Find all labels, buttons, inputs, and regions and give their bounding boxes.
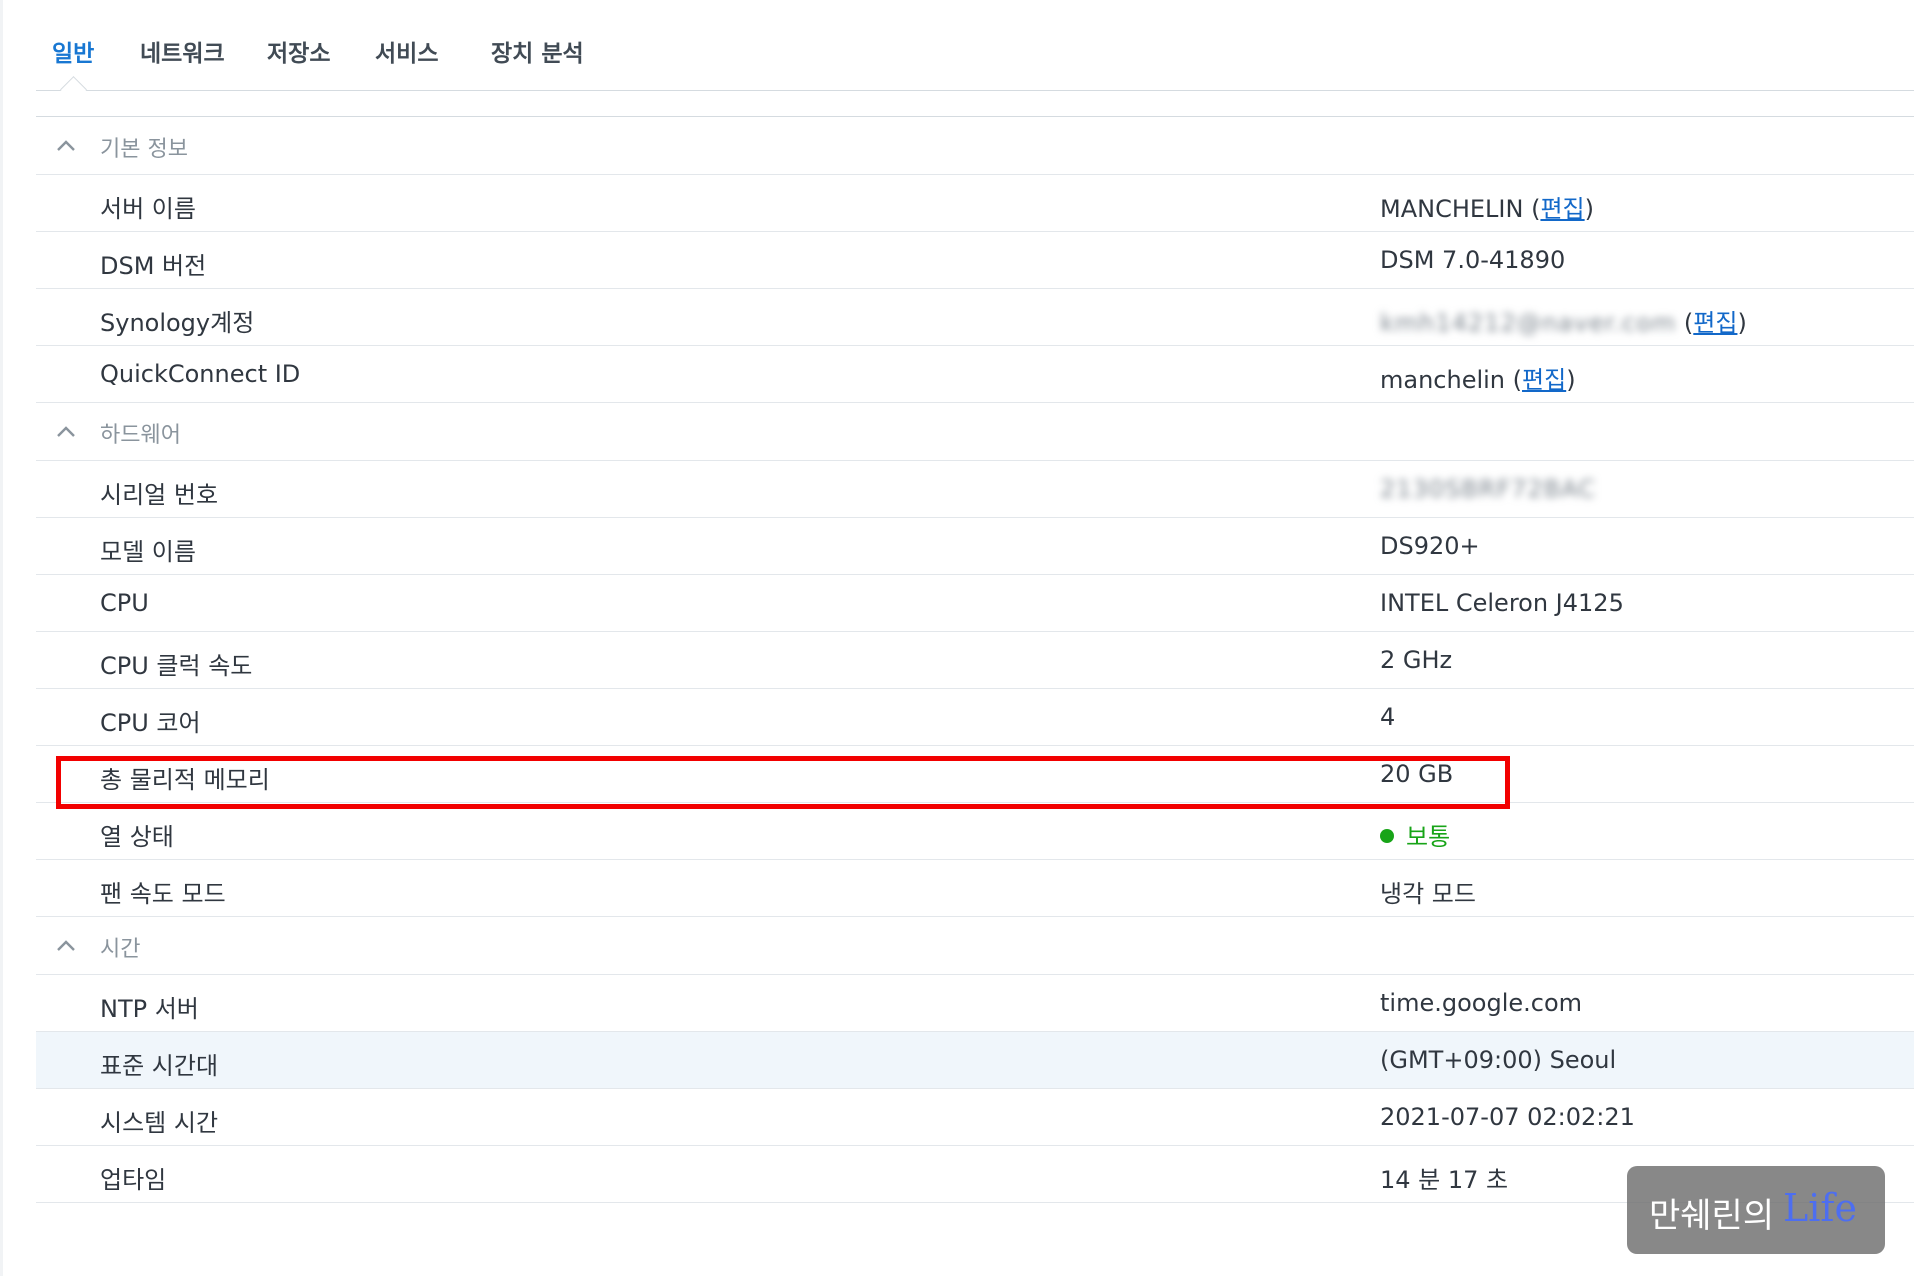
row-value: 14 분 17 초 <box>1380 1166 1509 1194</box>
tab-services[interactable]: 서비스 <box>375 34 438 68</box>
info-row-cpu-clock: CPU 클럭 속도 2 GHz <box>36 632 1914 689</box>
info-row-memory: 총 물리적 메모리 20 GB <box>36 746 1914 803</box>
row-label: Synology계정 <box>100 309 255 337</box>
synology-account-value: kmh14212@naver.com <box>1380 309 1677 337</box>
server-name-value: MANCHELIN <box>1380 195 1524 223</box>
row-label: 열 상태 <box>100 823 174 851</box>
quickconnect-value: manchelin <box>1380 366 1506 394</box>
row-label: NTP 서버 <box>100 995 199 1023</box>
row-value: (GMT+09:00) Seoul <box>1380 1046 1617 1074</box>
info-row-fan-mode: 팬 속도 모드 냉각 모드 <box>36 860 1914 917</box>
serial-value: 2130SBRF72BAC <box>1380 475 1597 503</box>
row-label: 시스템 시간 <box>100 1109 219 1137</box>
watermark-accent: Life <box>1783 1186 1857 1230</box>
row-label: 총 물리적 메모리 <box>100 766 270 794</box>
edit-quickconnect-link[interactable]: 편집 <box>1522 366 1566 394</box>
section-title-basic: 기본 정보 <box>100 137 188 162</box>
info-row-ntp: NTP 서버 time.google.com <box>36 975 1914 1032</box>
row-label: CPU <box>100 589 149 617</box>
edit-synology-account-link[interactable]: 편집 <box>1693 309 1737 337</box>
row-label: 서버 이름 <box>100 195 196 223</box>
info-row-cpu: CPU INTEL Celeron J4125 <box>36 575 1914 632</box>
row-label: CPU 코어 <box>100 709 201 737</box>
left-edge <box>0 0 3 1276</box>
watermark-text: 만쉐린의 <box>1649 1196 1775 1236</box>
row-value: 2 GHz <box>1380 646 1453 674</box>
edit-server-name-link[interactable]: 편집 <box>1540 195 1584 223</box>
info-row-timezone[interactable]: 표준 시간대 (GMT+09:00) Seoul <box>36 1032 1914 1089</box>
info-row-dsm-version: DSM 버전 DSM 7.0-41890 <box>36 232 1914 289</box>
info-row-quickconnect: QuickConnect ID manchelin (편집) <box>36 346 1914 403</box>
chevron-up-icon[interactable] <box>56 937 76 953</box>
info-row-system-time: 시스템 시간 2021-07-07 02:02:21 <box>36 1089 1914 1146</box>
info-row-serial: 시리얼 번호 2130SBRF72BAC <box>36 461 1914 518</box>
section-header-time[interactable]: 시간 <box>36 917 1914 975</box>
info-row-model: 모델 이름 DS920+ <box>36 518 1914 575</box>
row-value: MANCHELIN (편집) <box>1380 195 1594 223</box>
chevron-up-icon[interactable] <box>56 137 76 153</box>
info-row-synology-account: Synology계정 kmh14212@naver.com (편집) <box>36 289 1914 346</box>
thermal-status: 보통 <box>1406 823 1451 851</box>
row-value: 2130SBRF72BAC <box>1380 475 1596 503</box>
row-label: 표준 시간대 <box>100 1052 219 1080</box>
row-value: DS920+ <box>1380 532 1480 560</box>
row-value: 보통 <box>1380 817 1450 852</box>
row-value: 2021-07-07 02:02:21 <box>1380 1103 1635 1131</box>
row-value: manchelin (편집) <box>1380 366 1576 394</box>
row-value: time.google.com <box>1380 989 1583 1017</box>
tab-storage[interactable]: 저장소 <box>267 34 330 68</box>
row-value: kmh14212@naver.com (편집) <box>1380 309 1747 337</box>
tab-general[interactable]: 일반 <box>52 34 94 68</box>
status-dot-icon <box>1380 829 1394 843</box>
row-label: 모델 이름 <box>100 538 196 566</box>
info-table: 기본 정보 서버 이름 MANCHELIN (편집) DSM 버전 DSM 7.… <box>36 117 1914 1203</box>
row-label: DSM 버전 <box>100 252 207 280</box>
section-title-time: 시간 <box>100 937 141 962</box>
section-header-basic[interactable]: 기본 정보 <box>36 117 1914 175</box>
tab-bar: 일반 네트워크 저장소 서비스 장치 분석 <box>36 0 1914 103</box>
row-value: 냉각 모드 <box>1380 880 1476 908</box>
tab-device-analysis[interactable]: 장치 분석 <box>491 34 584 68</box>
info-row-cpu-cores: CPU 코어 4 <box>36 689 1914 746</box>
section-title-hardware: 하드웨어 <box>100 423 181 448</box>
row-label: 업타임 <box>100 1166 167 1194</box>
info-row-thermal: 열 상태 보통 <box>36 803 1914 860</box>
row-label: CPU 클럭 속도 <box>100 652 253 680</box>
row-label: QuickConnect ID <box>100 360 301 388</box>
tab-network[interactable]: 네트워크 <box>140 34 225 68</box>
row-label: 시리얼 번호 <box>100 481 219 509</box>
row-value: 20 GB <box>1380 760 1454 788</box>
chevron-up-icon[interactable] <box>56 423 76 439</box>
row-label: 팬 속도 모드 <box>100 880 226 908</box>
section-header-hardware[interactable]: 하드웨어 <box>36 403 1914 461</box>
watermark: 만쉐린의 Life <box>1627 1166 1885 1254</box>
info-row-server-name: 서버 이름 MANCHELIN (편집) <box>36 175 1914 232</box>
row-value: INTEL Celeron J4125 <box>1380 589 1624 617</box>
row-value: 4 <box>1380 703 1396 731</box>
row-value: DSM 7.0-41890 <box>1380 246 1566 274</box>
